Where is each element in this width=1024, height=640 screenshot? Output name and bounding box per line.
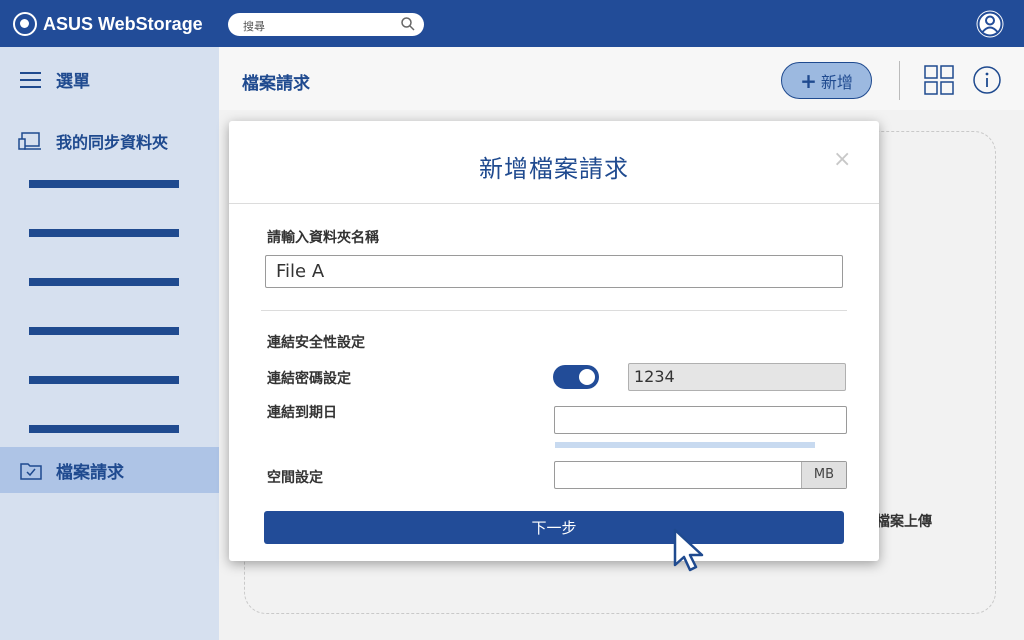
cloud-logo-icon [13, 12, 37, 36]
folder-name-input[interactable]: File A [265, 255, 843, 288]
password-field[interactable]: 1234 [628, 363, 846, 391]
space-size-field[interactable]: MB [554, 461, 847, 489]
hamburger-icon[interactable] [20, 71, 42, 89]
close-icon[interactable]: × [833, 147, 851, 172]
plus-icon: + [800, 68, 817, 93]
new-file-request-modal: 新增檔案請求 × 請輸入資料夾名稱 File A 連結安全性設定 連結密碼設定 … [229, 121, 879, 561]
app-title: ASUS WebStorage [43, 13, 203, 34]
sidebar-item-label: 檔案請求 [56, 463, 124, 483]
content-header: 檔案請求 + 新增 [219, 47, 1024, 110]
sidebar-placeholder-item[interactable] [29, 278, 179, 286]
expiry-date-field[interactable] [554, 406, 847, 434]
folder-name-label: 請輸入資料夾名稱 [267, 230, 379, 246]
sidebar-item-label: 我的同步資料夾 [56, 133, 169, 152]
top-bar: ASUS WebStorage 搜尋 [0, 0, 1024, 47]
drop-zone-text: 檔案上傳 [876, 514, 932, 530]
search-placeholder[interactable]: 搜尋 [243, 18, 265, 34]
sidebar-menu-toggle[interactable]: 選單 [20, 67, 90, 92]
sidebar-placeholder-item[interactable] [29, 327, 179, 335]
folder-check-icon [20, 462, 42, 480]
menu-label: 選單 [56, 72, 90, 92]
modal-divider [229, 203, 879, 204]
security-settings-label: 連結安全性設定 [267, 335, 365, 351]
sidebar-placeholder-item[interactable] [29, 425, 179, 433]
header-divider [899, 61, 900, 100]
search-box[interactable]: 搜尋 [228, 13, 424, 36]
info-icon[interactable] [972, 65, 1002, 95]
page-title: 檔案請求 [242, 74, 310, 94]
modal-title: 新增檔案請求 [479, 155, 629, 183]
space-label: 空間設定 [267, 470, 323, 486]
new-button[interactable]: + 新增 [781, 62, 872, 99]
expiry-label: 連結到期日 [267, 405, 337, 421]
sidebar-placeholder-item[interactable] [29, 180, 179, 188]
expiry-date-bar [555, 442, 815, 448]
section-divider [261, 310, 847, 311]
mouse-cursor-icon [673, 528, 704, 572]
user-account-icon[interactable] [975, 9, 1005, 39]
toggle-knob [579, 369, 595, 385]
new-button-label: 新增 [820, 72, 853, 92]
next-step-button[interactable]: 下一步 [264, 511, 844, 544]
sidebar-placeholder-item[interactable] [29, 229, 179, 237]
grid-view-icon[interactable] [924, 65, 954, 95]
sidebar-placeholder-item[interactable] [29, 376, 179, 384]
sidebar: 選單 我的同步資料夾 檔案請求 [0, 47, 219, 640]
search-icon[interactable] [400, 16, 416, 32]
app-logo[interactable]: ASUS WebStorage [13, 12, 203, 36]
sidebar-item-file-request-content[interactable]: 檔案請求 [20, 458, 124, 483]
password-toggle[interactable] [553, 365, 599, 389]
laptop-icon [18, 132, 41, 150]
password-label: 連結密碼設定 [267, 371, 351, 387]
space-unit: MB [801, 462, 846, 488]
sidebar-item-sync-folder[interactable]: 我的同步資料夾 [18, 129, 168, 153]
